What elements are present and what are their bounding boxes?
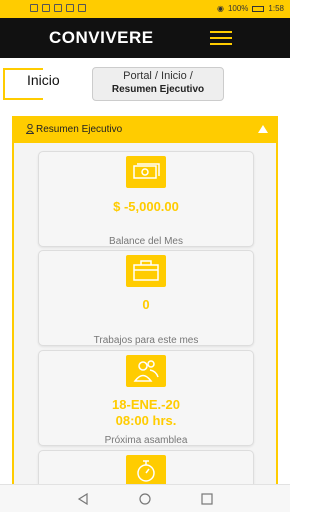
notification-icon [42, 4, 50, 12]
notification-icon [66, 4, 74, 12]
jobs-label: Trabajos para este mes [93, 335, 199, 346]
breadcrumb-path[interactable]: Portal / Inicio / [93, 70, 223, 82]
battery-level: 100% [227, 4, 249, 13]
summary-panel: Resumen Ejecutivo $ -5,000.00 Balance de… [12, 116, 278, 512]
balance-card[interactable]: $ -5,000.00 Balance del Mes [38, 151, 254, 247]
battery-icon [252, 5, 265, 12]
home-icon[interactable] [139, 493, 151, 505]
panel-header[interactable]: Resumen Ejecutivo [14, 116, 276, 143]
notification-icon [78, 4, 86, 12]
signal-icon: ◉ [216, 4, 224, 13]
status-right: ◉ 100% 1:58 [217, 4, 284, 13]
assembly-card[interactable]: 18-ENE.-20 08:00 hrs. Próxima asamblea [38, 350, 254, 446]
collapse-icon[interactable] [258, 125, 268, 133]
briefcase-icon [126, 255, 166, 287]
jobs-value: 0 [142, 297, 150, 312]
stopwatch-icon [126, 455, 166, 487]
back-icon[interactable] [77, 493, 89, 505]
panel-title: Resumen Ejecutivo [36, 124, 123, 135]
breadcrumb-current: Resumen Ejecutivo [111, 84, 205, 95]
balance-value: $ -5,000.00 [113, 199, 179, 214]
hamburger-menu-icon[interactable] [210, 30, 232, 47]
app-bar: CONVIVERE [0, 18, 290, 58]
system-nav-bar [0, 484, 290, 512]
user-icon [26, 124, 34, 134]
assembly-date: 18-ENE.-20 [112, 397, 180, 412]
assembly-time: 08:00 hrs. [115, 413, 177, 428]
group-icon [126, 355, 166, 387]
page-title: Inicio [27, 72, 60, 88]
breadcrumb: Portal / Inicio / Resumen Ejecutivo [92, 67, 224, 101]
assembly-label: Próxima asamblea [104, 435, 188, 446]
app-title: CONVIVERE [49, 28, 154, 47]
balance-label: Balance del Mes [109, 236, 183, 247]
notification-icon [30, 4, 38, 12]
notification-icon [54, 4, 62, 12]
money-icon [126, 156, 166, 188]
jobs-card[interactable]: 0 Trabajos para este mes [38, 250, 254, 346]
clock: 1:58 [268, 4, 284, 13]
status-bar: ◉ 100% 1:58 [0, 0, 290, 18]
notification-icons [30, 4, 86, 12]
recents-icon[interactable] [201, 493, 213, 505]
